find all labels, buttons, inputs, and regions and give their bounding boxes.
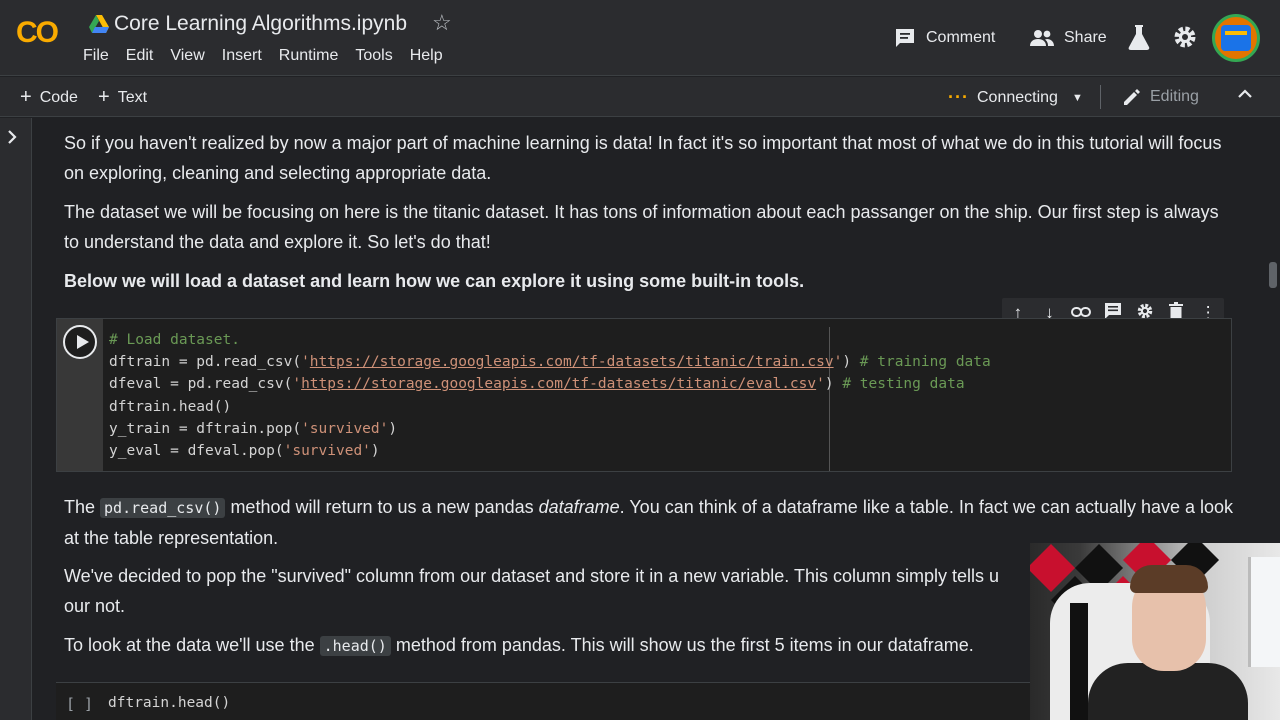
avatar-bar xyxy=(1225,31,1247,35)
train-url-link[interactable]: https://storage.googleapis.com/tf-datase… xyxy=(310,354,834,370)
comment-label: Comment xyxy=(926,29,996,46)
code-line-5: y_train = dftrain.pop('survived') xyxy=(109,420,398,437)
left-rail xyxy=(0,118,32,720)
code-line-6: y_eval = dfeval.pop('survived') xyxy=(109,443,380,460)
app-header: CO Core Learning Algorithms.ipynb ☆ File… xyxy=(0,0,1280,76)
people-icon xyxy=(1030,30,1054,46)
play-icon[interactable] xyxy=(63,325,97,359)
eval-url-link[interactable]: https://storage.googleapis.com/tf-datase… xyxy=(301,376,816,392)
chevron-down-icon: ▼ xyxy=(1071,91,1083,104)
menu-runtime[interactable]: Runtime xyxy=(279,47,339,65)
plus-icon: + xyxy=(98,86,110,108)
code-line-4: dftrain.head() xyxy=(109,398,232,415)
runtime-status: Connecting xyxy=(976,88,1058,106)
flask-icon[interactable] xyxy=(1128,24,1150,50)
chevron-right-icon[interactable] xyxy=(5,128,19,151)
chevron-up-icon[interactable] xyxy=(1236,85,1254,108)
chair-strip xyxy=(1070,603,1088,720)
menu-file[interactable]: File xyxy=(83,47,109,65)
comment-button[interactable]: Comment xyxy=(894,24,995,52)
gear-icon[interactable] xyxy=(1172,24,1198,50)
runtime-status-button[interactable]: ··· Connecting ▼ xyxy=(948,87,1083,108)
menu-tools[interactable]: Tools xyxy=(355,47,392,65)
code-cell[interactable]: # Load dataset. dftrain = pd.read_csv('h… xyxy=(56,318,1232,472)
add-text-button[interactable]: + Text xyxy=(98,86,147,109)
avatar-screen xyxy=(1221,25,1251,51)
add-code-label: Code xyxy=(39,88,78,106)
colab-logo[interactable]: CO xyxy=(16,16,59,50)
pencil-icon xyxy=(1124,89,1140,105)
text-cell-para3[interactable]: Below we will load a dataset and learn h… xyxy=(64,266,1234,296)
menu-view[interactable]: View xyxy=(170,47,204,65)
menu-insert[interactable]: Insert xyxy=(222,47,262,65)
drive-icon xyxy=(89,15,109,33)
webcam-overlay xyxy=(1030,543,1280,720)
text-cell-para1[interactable]: So if you haven't realized by now a majo… xyxy=(64,128,1234,188)
dots-icon: ··· xyxy=(948,87,969,107)
comment-icon xyxy=(896,29,914,47)
plus-icon: + xyxy=(20,86,32,108)
code-editor[interactable]: # Load dataset. dftrain = pd.read_csv('h… xyxy=(109,329,991,462)
notebook-title[interactable]: Core Learning Algorithms.ipynb xyxy=(114,12,407,36)
person-hair xyxy=(1130,565,1208,593)
add-code-button[interactable]: + Code xyxy=(20,86,78,109)
avatar[interactable] xyxy=(1212,14,1260,62)
inline-code: .head() xyxy=(319,636,391,656)
code-line-3: dfeval = pd.read_csv('https://storage.go… xyxy=(109,376,965,393)
menu-bar: File Edit View Insert Runtime Tools Help xyxy=(83,47,460,65)
share-button[interactable]: Share xyxy=(1030,24,1107,52)
share-label: Share xyxy=(1064,29,1107,46)
inline-code: pd.read_csv() xyxy=(100,498,226,518)
code-line: dftrain.head() xyxy=(108,695,231,711)
window xyxy=(1248,557,1280,667)
run-bracket[interactable]: [ ] xyxy=(66,695,93,713)
code-line-2: dftrain = pd.read_csv('https://storage.g… xyxy=(109,354,991,371)
editing-label: Editing xyxy=(1150,88,1199,105)
person-shirt xyxy=(1088,663,1248,720)
menu-edit[interactable]: Edit xyxy=(126,47,154,65)
code-gutter xyxy=(57,319,103,471)
text-cell-para2[interactable]: The dataset we will be focusing on here … xyxy=(64,197,1234,257)
star-icon[interactable]: ☆ xyxy=(432,10,452,36)
code-line-1: # Load dataset. xyxy=(109,332,240,348)
toolbar-divider xyxy=(1100,85,1101,109)
add-text-label: Text xyxy=(117,88,148,106)
editing-mode-button[interactable]: Editing xyxy=(1122,87,1199,107)
notebook-toolbar: + Code + Text ··· Connecting ▼ Editing xyxy=(0,77,1280,117)
scrollbar-thumb[interactable] xyxy=(1269,262,1277,288)
menu-help[interactable]: Help xyxy=(410,47,443,65)
bold-text: Below we will load a dataset and learn h… xyxy=(64,271,805,291)
